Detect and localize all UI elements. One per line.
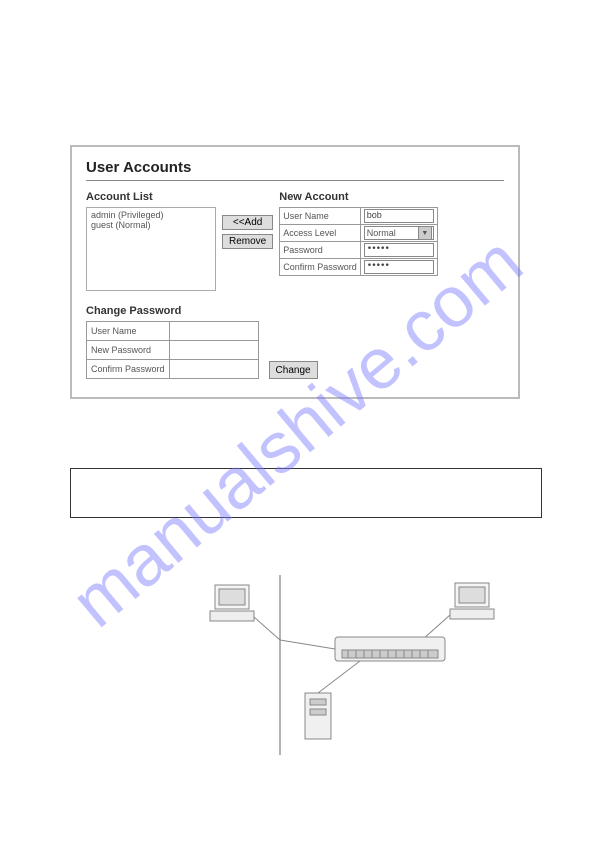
switch-icon (335, 637, 445, 661)
account-list-heading: Account List (86, 191, 216, 203)
add-button[interactable]: <<Add (222, 215, 273, 230)
cp-user-name-field[interactable] (174, 325, 254, 337)
list-item[interactable]: admin (Privileged) (91, 210, 211, 220)
change-password-heading: Change Password (86, 305, 504, 317)
access-level-label: Access Level (280, 225, 361, 242)
confirm-password-field[interactable]: ••••• (364, 260, 434, 274)
password-label: Password (280, 242, 361, 259)
network-diagram (120, 575, 510, 755)
change-button[interactable]: Change (269, 361, 318, 379)
new-account-heading: New Account (279, 191, 438, 203)
new-account-section: New Account User Name bob Access Level N… (279, 191, 438, 276)
list-item[interactable]: guest (Normal) (91, 220, 211, 230)
remove-button[interactable]: Remove (222, 234, 273, 249)
panel-title: User Accounts (86, 159, 504, 176)
change-password-section: Change Password User Name New Password C… (86, 305, 504, 379)
user-name-label: User Name (280, 208, 361, 225)
divider (86, 180, 504, 181)
list-buttons: <<Add Remove (222, 215, 273, 249)
cp-confirm-field[interactable] (174, 363, 254, 375)
access-level-select[interactable]: Normal ▼ (364, 226, 434, 240)
cp-user-name-label: User Name (87, 322, 170, 341)
account-listbox[interactable]: admin (Privileged) guest (Normal) (86, 207, 216, 291)
user-accounts-panel: User Accounts Account List admin (Privil… (70, 145, 520, 399)
cp-new-password-label: New Password (87, 341, 170, 360)
computer-icon (450, 583, 494, 619)
cp-new-password-field[interactable] (174, 344, 254, 356)
empty-box (70, 468, 542, 518)
computer-icon (210, 585, 254, 621)
chevron-down-icon: ▼ (418, 226, 432, 240)
password-field[interactable]: ••••• (364, 243, 434, 257)
cp-confirm-label: Confirm Password (87, 360, 170, 379)
confirm-password-label: Confirm Password (280, 259, 361, 276)
user-name-field[interactable]: bob (364, 209, 434, 223)
diagram-svg (120, 575, 510, 755)
account-list-section: Account List admin (Privileged) guest (N… (86, 191, 216, 291)
access-level-value: Normal (367, 228, 396, 238)
server-icon (305, 693, 331, 739)
